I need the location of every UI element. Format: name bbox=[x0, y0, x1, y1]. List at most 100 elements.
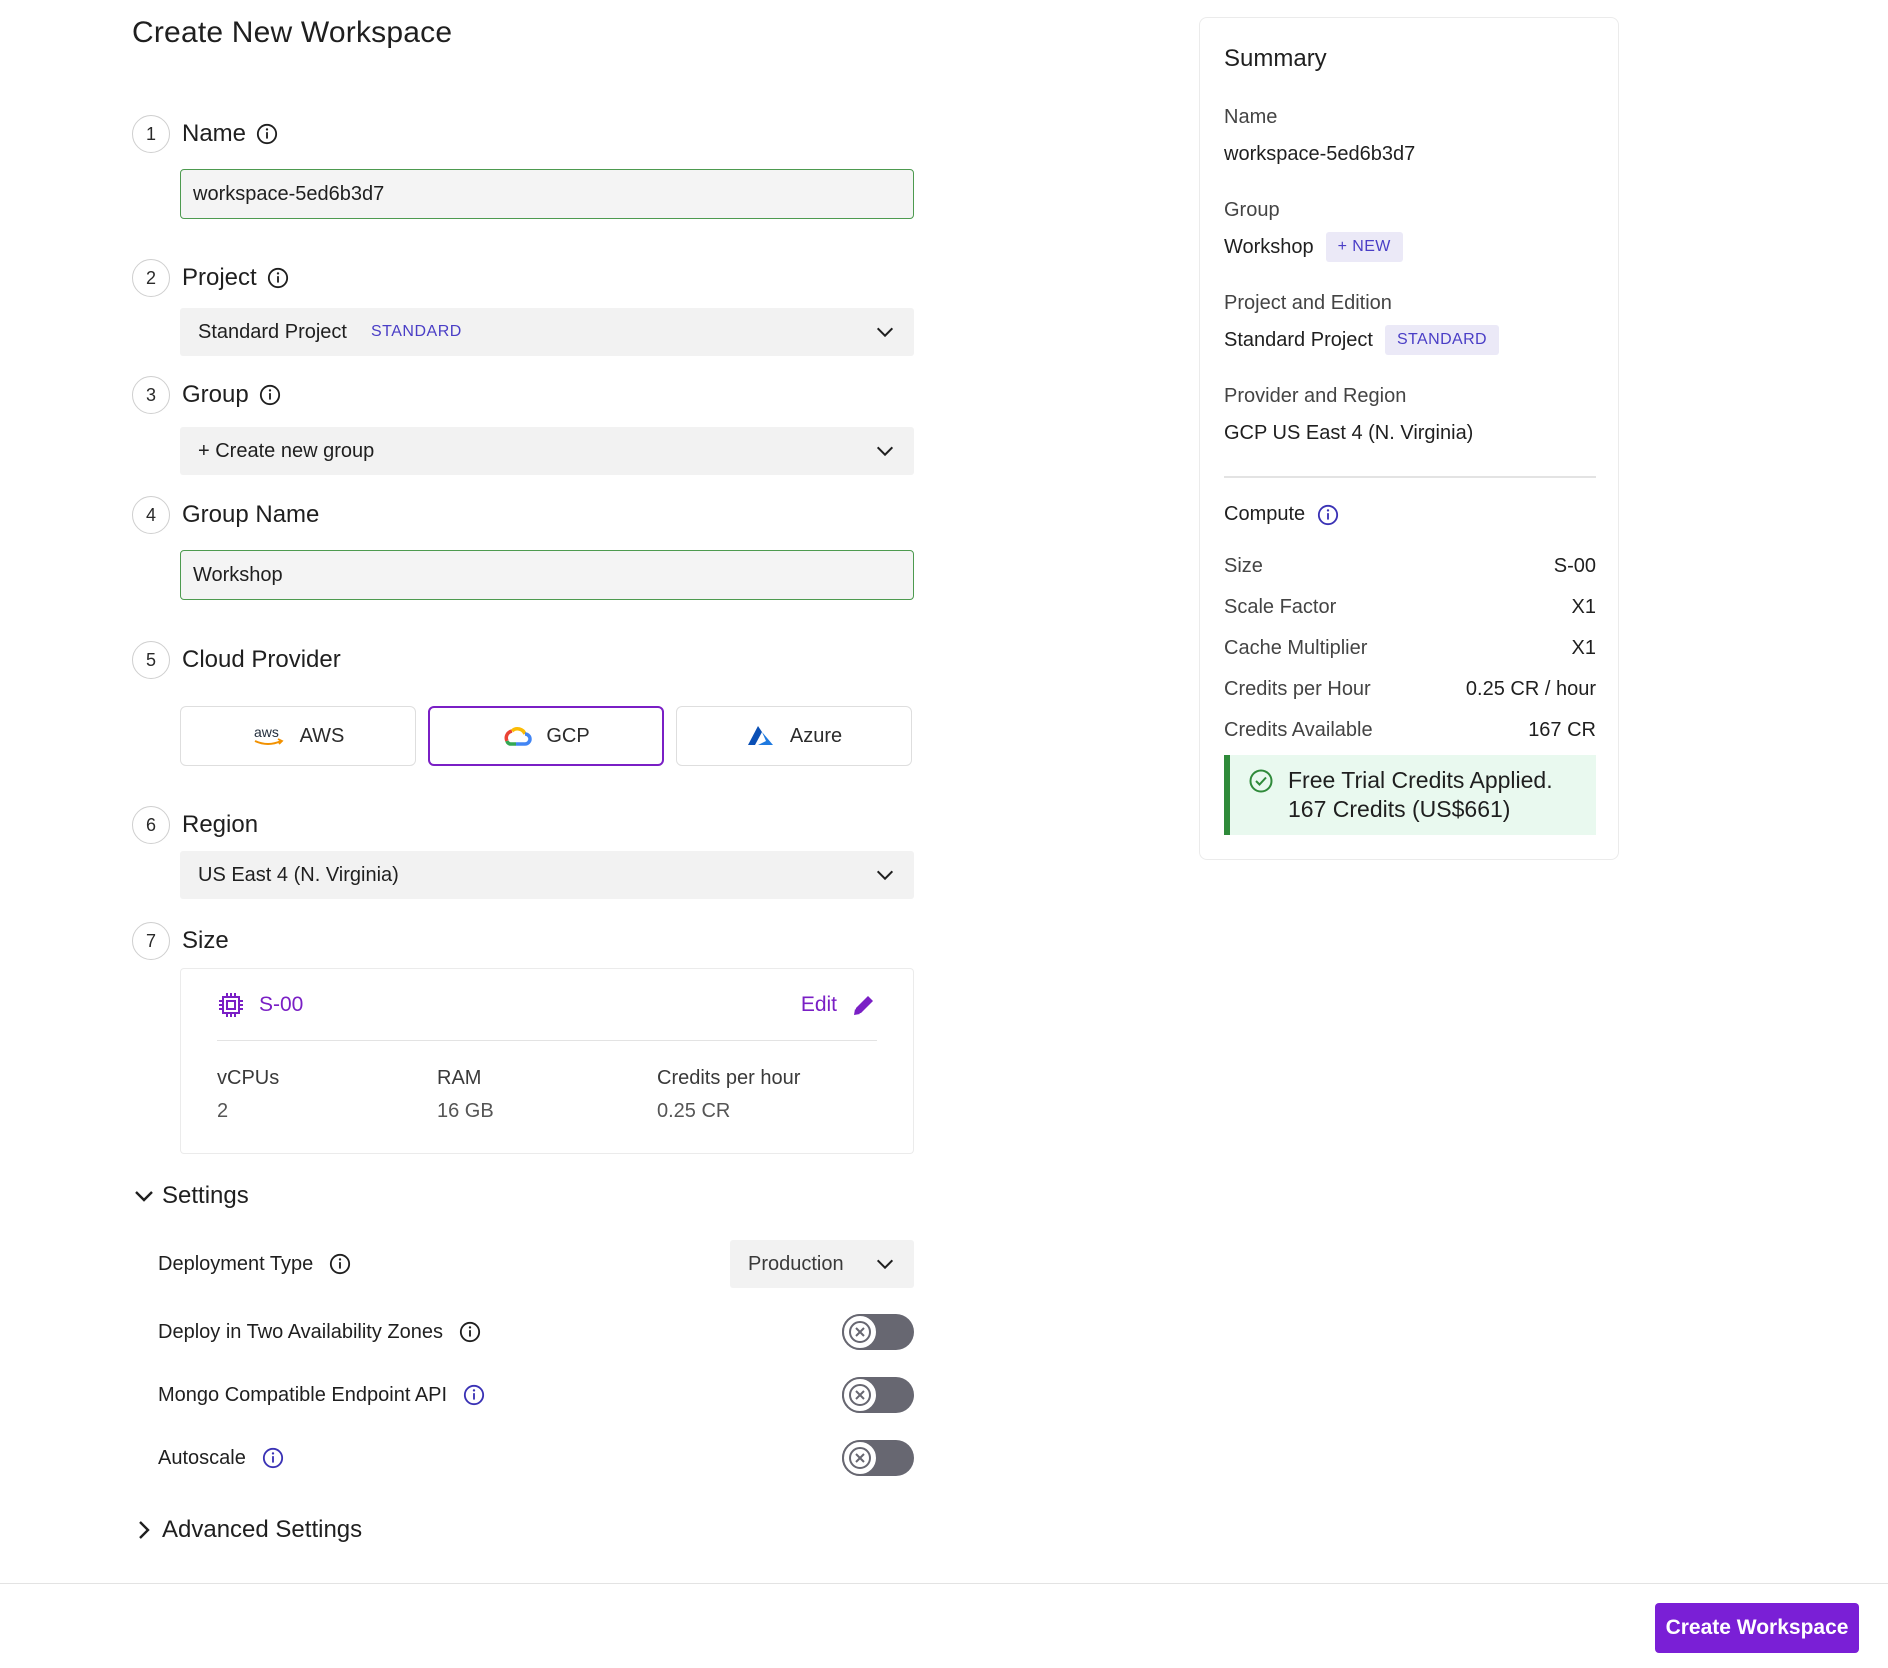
setting-autoscale: Autoscale bbox=[158, 1440, 914, 1476]
step-label: Group bbox=[182, 381, 249, 408]
step-group: 3 Group + Create new group bbox=[132, 375, 914, 475]
summary-label: Group bbox=[1224, 199, 1280, 221]
provider-label: AWS bbox=[299, 724, 345, 747]
step-number: 4 bbox=[132, 496, 170, 534]
step-number: 5 bbox=[132, 641, 170, 679]
summary-project: Project and Edition Standard Project STA… bbox=[1224, 292, 1596, 355]
deployment-type-select[interactable]: Production bbox=[730, 1240, 914, 1288]
info-icon[interactable] bbox=[256, 123, 278, 145]
summary-value-text: workspace-5ed6b3d7 bbox=[1224, 143, 1416, 165]
compute-key: Size bbox=[1224, 555, 1263, 577]
compute-key: Scale Factor bbox=[1224, 596, 1337, 618]
step-label: Project bbox=[182, 264, 257, 291]
workspace-name-input[interactable]: workspace-5ed6b3d7 bbox=[180, 169, 914, 219]
step-label: Group Name bbox=[182, 501, 320, 528]
step-cloud-provider: 5 Cloud Provider aws AWS GCP Azure bbox=[132, 640, 914, 766]
setting-deployment-type: Deployment Type Production bbox=[158, 1240, 914, 1288]
info-icon[interactable] bbox=[259, 384, 281, 406]
compute-value: X1 bbox=[1571, 637, 1596, 659]
info-icon[interactable] bbox=[1317, 504, 1339, 526]
chevron-down-icon bbox=[876, 870, 894, 881]
group-select-value: + Create new group bbox=[198, 439, 375, 462]
project-select[interactable]: Standard Project STANDARD bbox=[180, 308, 914, 356]
summary-value: GCP US East 4 (N. Virginia) bbox=[1224, 422, 1596, 445]
step-name: 1 Name workspace-5ed6b3d7 bbox=[132, 114, 914, 219]
new-badge: + NEW bbox=[1325, 232, 1403, 262]
aws-logo-icon: aws bbox=[252, 724, 286, 748]
chip-icon bbox=[219, 992, 243, 1017]
group-select[interactable]: + Create new group bbox=[180, 427, 914, 475]
spec-vcpus: vCPUs 2 bbox=[217, 1067, 437, 1123]
edit-label: Edit bbox=[800, 992, 837, 1016]
free-trial-banner: Free Trial Credits Applied. 167 Credits … bbox=[1224, 755, 1596, 835]
compute-value: S-00 bbox=[1553, 555, 1596, 577]
size-card: S-00 Edit vCPUs 2 RAM 16 GB Credits per … bbox=[180, 968, 914, 1154]
summary-value: Standard Project STANDARD bbox=[1224, 325, 1596, 355]
setting-label: Autoscale bbox=[158, 1446, 246, 1469]
summary-panel: Summary Name workspace-5ed6b3d7 Group Wo… bbox=[1199, 17, 1619, 860]
step-label: Region bbox=[182, 811, 259, 838]
provider-gcp-button[interactable]: GCP bbox=[428, 706, 664, 766]
provider-aws-button[interactable]: aws AWS bbox=[180, 706, 416, 766]
azure-logo-icon bbox=[746, 724, 776, 748]
step-number: 6 bbox=[132, 806, 170, 844]
settings-collapse-toggle[interactable]: Settings bbox=[132, 1182, 249, 1210]
chevron-down-icon bbox=[876, 327, 894, 338]
group-name-input[interactable]: Workshop bbox=[180, 550, 914, 600]
region-select[interactable]: US East 4 (N. Virginia) bbox=[180, 851, 914, 899]
region-select-value: US East 4 (N. Virginia) bbox=[198, 863, 399, 886]
page-title: Create New Workspace bbox=[132, 16, 453, 49]
compute-row: Credits per Hour 0.25 CR / hour bbox=[1224, 678, 1596, 701]
summary-label: Provider and Region bbox=[1224, 385, 1407, 407]
summary-value: workspace-5ed6b3d7 bbox=[1224, 143, 1596, 166]
size-name: S-00 bbox=[259, 992, 304, 1016]
step-group-name: 4 Group Name Workshop bbox=[132, 495, 914, 600]
info-icon[interactable] bbox=[262, 1447, 284, 1469]
summary-divider bbox=[1224, 476, 1596, 478]
spec-value: 16 GB bbox=[437, 1100, 494, 1122]
project-select-value: Standard Project bbox=[198, 320, 347, 343]
summary-value-text: Standard Project bbox=[1224, 328, 1373, 351]
step-project: 2 Project Standard Project STANDARD bbox=[132, 258, 914, 356]
edit-size-link[interactable]: Edit bbox=[801, 992, 877, 1018]
step-label: Name bbox=[182, 120, 247, 147]
step-region: 6 Region US East 4 (N. Virginia) bbox=[132, 805, 914, 899]
summary-group: Group Workshop + NEW bbox=[1224, 199, 1596, 262]
aws-logo-text: aws bbox=[254, 724, 279, 740]
setting-mongo-api: Mongo Compatible Endpoint API bbox=[158, 1377, 914, 1413]
provider-azure-button[interactable]: Azure bbox=[676, 706, 912, 766]
spec-label: Credits per hour bbox=[657, 1067, 801, 1089]
mongo-api-toggle[interactable] bbox=[842, 1377, 914, 1413]
summary-title: Summary bbox=[1224, 45, 1327, 72]
summary-label: Name bbox=[1224, 106, 1278, 128]
compute-row: Scale Factor X1 bbox=[1224, 596, 1596, 619]
info-icon[interactable] bbox=[267, 267, 289, 289]
info-icon[interactable] bbox=[459, 1321, 481, 1343]
pencil-icon bbox=[854, 995, 873, 1015]
autoscale-toggle[interactable] bbox=[842, 1440, 914, 1476]
compute-row: Credits Available 167 CR bbox=[1224, 719, 1596, 742]
provider-label: GCP bbox=[546, 724, 590, 747]
compute-value: X1 bbox=[1571, 596, 1596, 618]
step-number: 3 bbox=[132, 376, 170, 414]
compute-title: Compute bbox=[1224, 503, 1339, 526]
spec-ram: RAM 16 GB bbox=[437, 1067, 657, 1123]
chevron-down-icon bbox=[135, 1191, 153, 1202]
compute-title-text: Compute bbox=[1224, 503, 1306, 525]
gcp-logo-icon bbox=[502, 724, 533, 748]
summary-value-text: Workshop bbox=[1224, 235, 1314, 258]
info-icon[interactable] bbox=[329, 1253, 351, 1275]
two-az-toggle[interactable] bbox=[842, 1314, 914, 1350]
chevron-down-icon bbox=[876, 446, 894, 457]
advanced-settings-toggle[interactable]: Advanced Settings bbox=[132, 1516, 362, 1544]
toggle-off-icon bbox=[842, 1440, 878, 1476]
step-size: 7 Size S-00 Edit vCPUs 2 RAM 16 GB Credi… bbox=[132, 921, 914, 1154]
create-workspace-button[interactable]: Create Workspace bbox=[1655, 1603, 1859, 1653]
deployment-type-value: Production bbox=[748, 1252, 844, 1275]
summary-value-text: GCP US East 4 (N. Virginia) bbox=[1224, 422, 1474, 444]
info-icon[interactable] bbox=[463, 1384, 485, 1406]
step-number: 7 bbox=[132, 922, 170, 960]
setting-label: Deployment Type bbox=[158, 1252, 314, 1275]
spec-label: vCPUs bbox=[217, 1067, 280, 1089]
spec-value: 2 bbox=[217, 1100, 229, 1122]
